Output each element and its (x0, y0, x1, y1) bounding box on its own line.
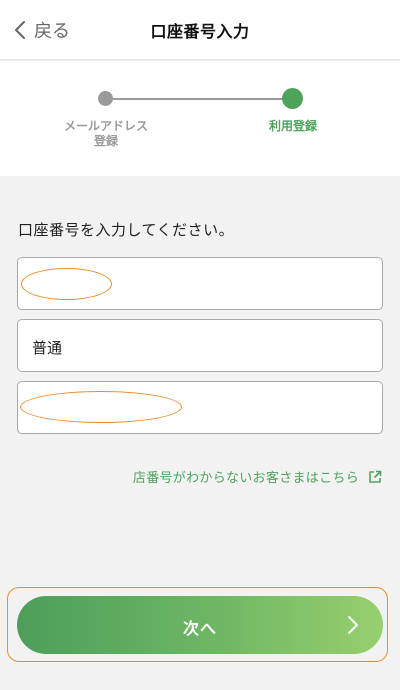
step-label-registration: 利用登録 (268, 119, 317, 133)
step-label-email-text: メールアドレス 登録 (63, 119, 148, 148)
app-header: 戻る 口座番号入力 (0, 0, 400, 60)
chevron-right-icon (348, 616, 358, 634)
next-button[interactable]: 次へ (17, 596, 383, 654)
stepper-line (106, 98, 292, 100)
account-type-value: 普通 (32, 339, 63, 357)
step-indicator-email (98, 91, 113, 106)
account-type-select[interactable]: 普通 (17, 319, 383, 372)
step-indicator-registration (282, 88, 303, 109)
redaction-mark (20, 391, 182, 423)
account-number-field[interactable] (17, 381, 383, 434)
next-button-label: 次へ (182, 619, 217, 638)
page-title: 口座番号入力 (150, 22, 250, 41)
redaction-mark (21, 268, 112, 300)
branch-help-link[interactable]: 店番号がわからないお客さまはこちら (133, 467, 382, 486)
instruction-text: 口座番号を入力してください。 (18, 221, 235, 239)
progress-stepper: メールアドレス 登録 利用登録 (0, 61, 400, 176)
external-link-icon (369, 470, 382, 483)
step-label-email: メールアドレス 登録 (46, 119, 166, 149)
branch-help-text: 店番号がわからないお客さまはこちら (132, 471, 359, 486)
branch-number-field[interactable] (17, 257, 383, 310)
